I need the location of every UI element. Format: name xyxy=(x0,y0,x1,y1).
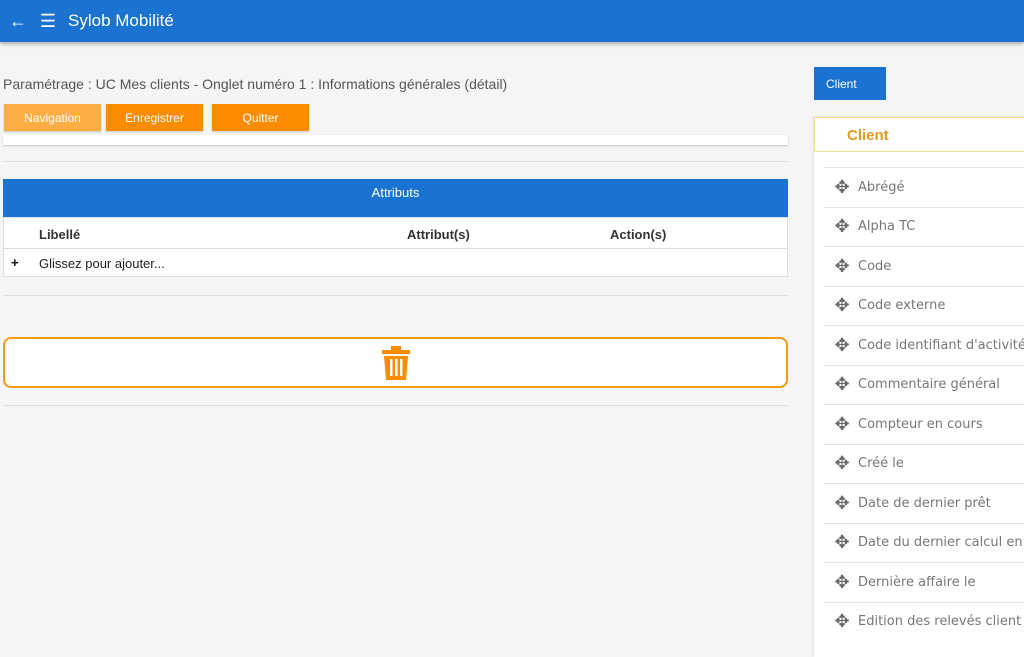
back-arrow-icon[interactable]: ← xyxy=(6,11,30,32)
drop-placeholder: Glissez pour ajouter... xyxy=(39,256,165,271)
move-icon[interactable]: ✥ xyxy=(832,295,852,316)
save-button[interactable]: Enregistrer xyxy=(106,104,203,131)
field-label: Abrégé xyxy=(858,179,905,195)
move-icon[interactable]: ✥ xyxy=(832,493,852,514)
column-header-attributes: Attribut(s) xyxy=(407,227,470,242)
app-title: Sylob Mobilité xyxy=(68,11,174,30)
attributes-table: Libellé Attribut(s) Action(s) + Glissez … xyxy=(3,217,788,277)
attributes-header: Attributs xyxy=(3,179,788,217)
navigation-bar xyxy=(3,135,788,145)
move-icon[interactable]: ✥ xyxy=(832,414,852,435)
move-icon[interactable]: ✥ xyxy=(832,453,852,474)
column-header-actions: Action(s) xyxy=(610,227,667,242)
move-icon[interactable]: ✥ xyxy=(832,216,852,237)
panel-title: Client xyxy=(814,117,1024,152)
field-label: Dernière affaire le xyxy=(858,574,976,590)
quit-button[interactable]: Quitter xyxy=(212,104,309,131)
draggable-field-item[interactable]: ✥ Code xyxy=(824,246,1024,286)
draggable-field-item[interactable]: ✥ Date du dernier calcul en co xyxy=(824,522,1024,563)
field-label: Code identifiant d'activité ( xyxy=(858,337,1024,353)
field-label: Code externe xyxy=(858,298,946,314)
field-label: Commentaire général xyxy=(858,377,1000,393)
draggable-field-item[interactable]: ✥ Edition des relevés client xyxy=(824,601,1024,642)
draggable-field-item[interactable]: ✥ Alpha TC xyxy=(824,206,1024,247)
divider xyxy=(3,295,788,296)
drop-row[interactable]: + Glissez pour ajouter... xyxy=(4,248,787,277)
move-icon[interactable]: ✥ xyxy=(832,572,852,593)
draggable-field-item[interactable]: ✥ Compteur en cours xyxy=(824,404,1024,444)
draggable-field-item[interactable]: ✥ Code externe xyxy=(824,285,1024,326)
field-label: Compteur en cours xyxy=(858,416,983,432)
plus-icon: + xyxy=(11,255,19,270)
draggable-field-item[interactable]: ✥ Code identifiant d'activité ( xyxy=(824,325,1024,365)
draggable-field-item[interactable]: ✥ Créé le xyxy=(824,443,1024,484)
navigation-button[interactable]: Navigation xyxy=(4,104,101,131)
move-icon[interactable]: ✥ xyxy=(832,256,852,277)
move-icon[interactable]: ✥ xyxy=(832,177,852,198)
field-label: Edition des relevés client xyxy=(858,614,1022,630)
draggable-field-item[interactable]: ✥ Dernière affaire le xyxy=(824,562,1024,602)
divider xyxy=(3,405,788,406)
field-label: Code xyxy=(858,258,892,274)
move-icon[interactable]: ✥ xyxy=(832,532,852,553)
field-label: Date de dernier prêt xyxy=(858,495,991,511)
move-icon[interactable]: ✥ xyxy=(832,611,852,632)
client-fields-panel: Client ✥ Abrégé ✥ Alpha TC ✥ Code ✥ Code extern… xyxy=(814,117,1024,657)
field-label: Créé le xyxy=(858,456,904,472)
column-header-label: Libellé xyxy=(39,227,81,242)
page-title: Paramétrage : UC Mes clients - Onglet nu… xyxy=(3,76,508,92)
field-label: Alpha TC xyxy=(858,219,916,235)
draggable-field-item[interactable]: ✥ Abrégé xyxy=(824,167,1024,207)
field-label: Date du dernier calcul en co xyxy=(858,535,1024,551)
move-icon[interactable]: ✥ xyxy=(832,335,852,356)
draggable-field-item[interactable]: ✥ Commentaire général xyxy=(824,364,1024,405)
draggable-field-item[interactable]: ✥ Date de dernier prêt xyxy=(824,483,1024,523)
tab-client[interactable]: Client xyxy=(814,67,886,100)
trash-icon xyxy=(382,346,410,380)
divider xyxy=(3,161,788,162)
app-bar: ← ☰ Sylob Mobilité xyxy=(0,0,1024,42)
move-icon[interactable]: ✥ xyxy=(832,374,852,395)
hamburger-menu-icon[interactable]: ☰ xyxy=(36,11,60,32)
trash-drop-zone[interactable] xyxy=(3,337,788,388)
